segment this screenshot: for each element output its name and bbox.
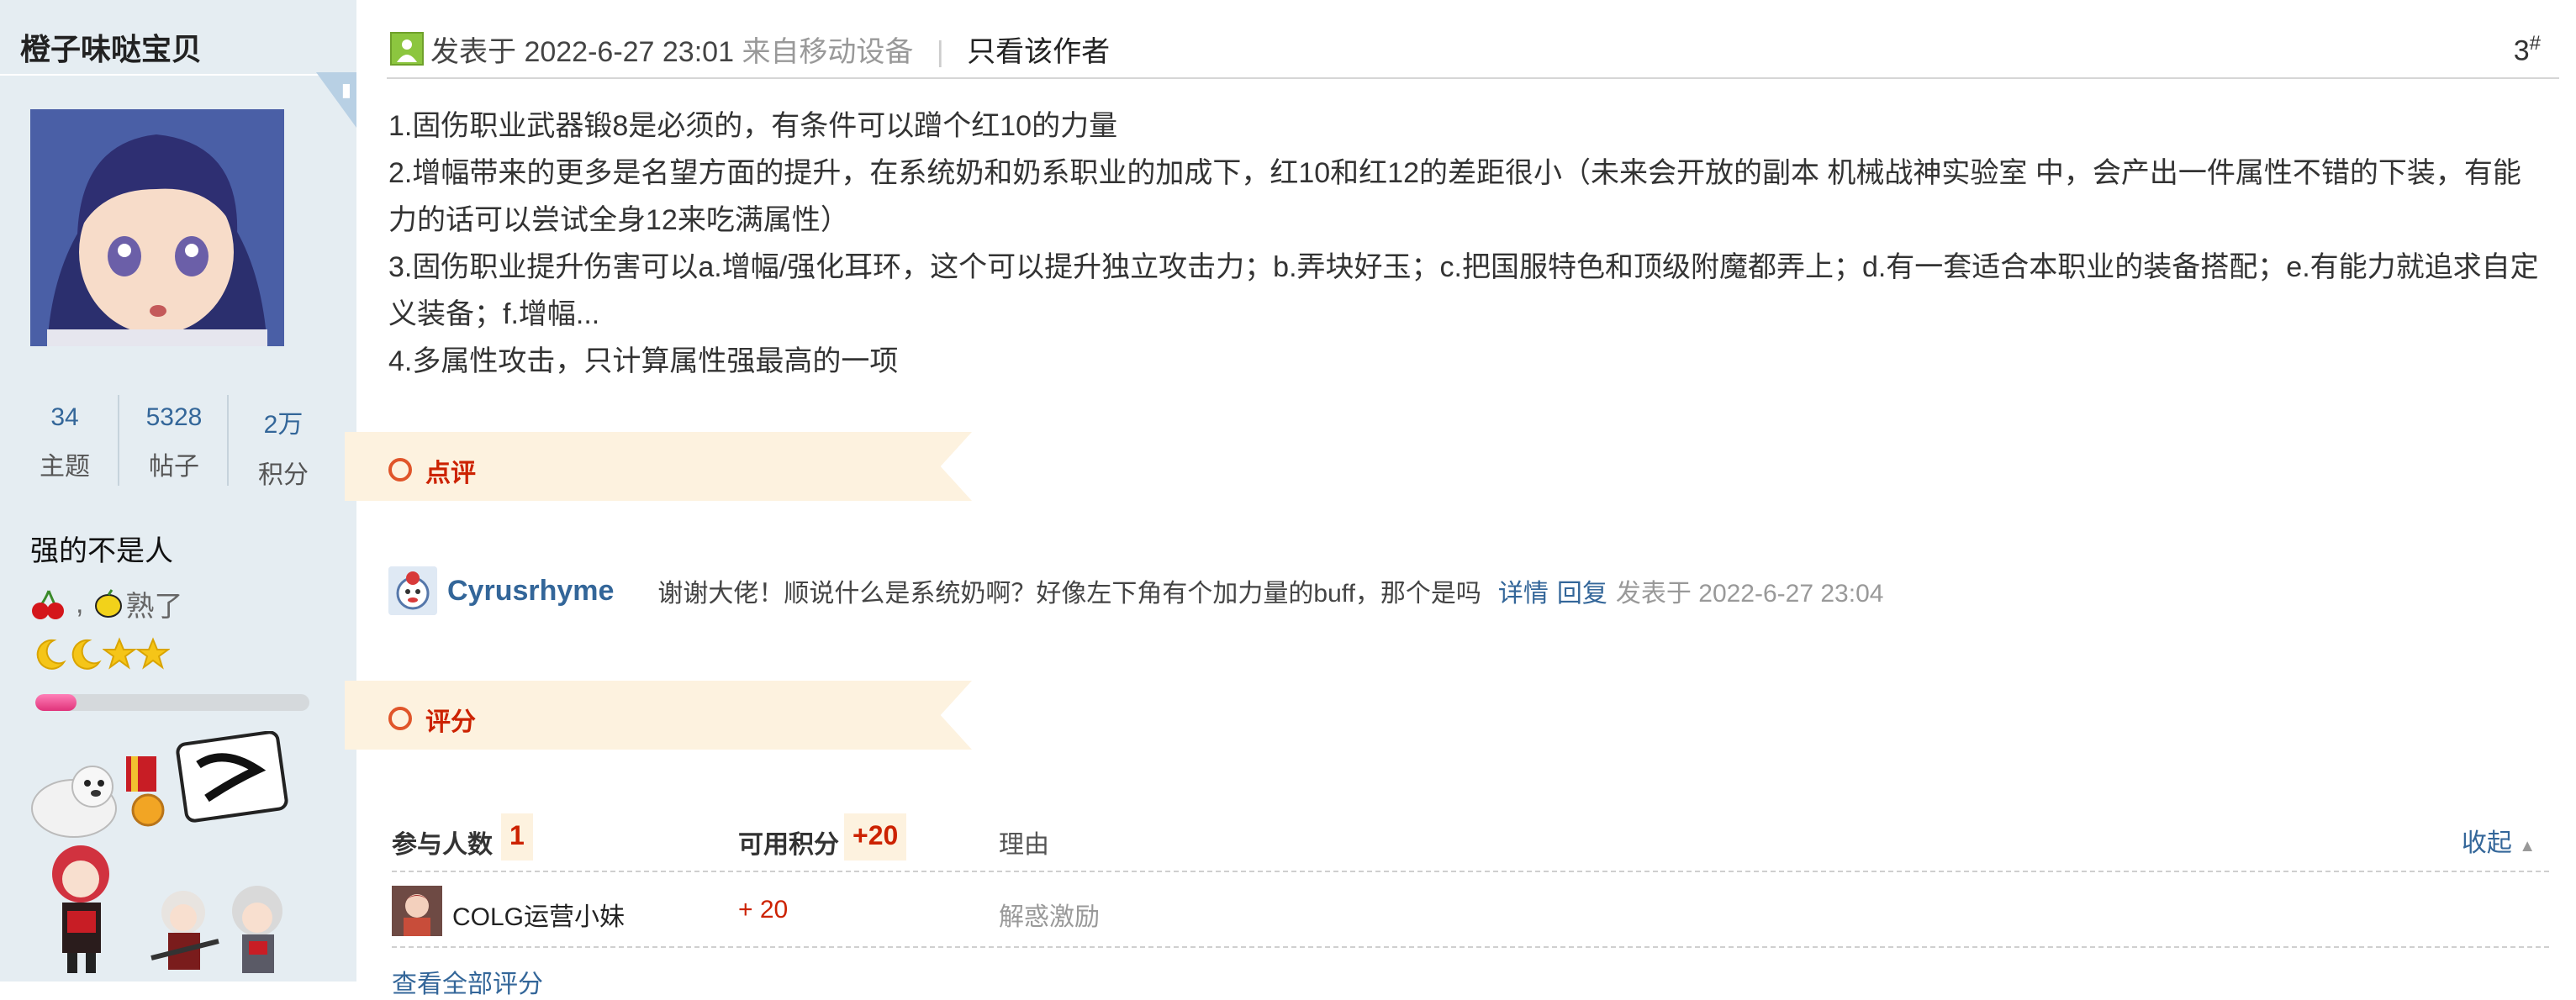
post-content: 1.固伤职业武器锻8是必须的，有条件可以蹭个红10的力量 2.增幅带来的更多是名… — [388, 103, 2549, 385]
commenter-avatar[interactable] — [388, 566, 437, 615]
moon-icon — [36, 639, 66, 670]
author-avatar[interactable] — [30, 109, 284, 346]
points-label: 可用积分 — [738, 831, 839, 859]
rater-score: + 20 — [738, 896, 789, 924]
comment-text: 谢谢大佬！顺说什么是系统奶啊？好像左下角有个加力量的buff，那个是吗 — [657, 580, 1481, 608]
cherry-icon — [32, 589, 64, 619]
post-line: 1.固伤职业武器锻8是必须的，有条件可以蹭个红10的力量 — [388, 110, 1118, 142]
phone-icon: ▮ — [340, 79, 351, 100]
post-status-icon — [390, 32, 424, 66]
post-line: 4.多属性攻击，只计算属性强最高的一项 — [388, 345, 899, 377]
view-all-ratings-link[interactable]: 查看全部评分 — [392, 963, 543, 1000]
ring-icon — [388, 707, 412, 730]
participants-count: 1 — [501, 813, 533, 861]
author-name[interactable]: 橙子味哒宝贝 — [20, 25, 202, 69]
star-icon — [103, 637, 136, 670]
chibi-medal-1 — [52, 845, 109, 973]
author-sidebar: 橙子味哒宝贝 ▮ 34 主题 5328 帖子 2万 积分 强的不是人 , 熟了 — [0, 0, 356, 982]
stat-points-label: 积分 — [258, 461, 309, 489]
medal-text: 熟了 — [125, 591, 183, 623]
only-author-link[interactable]: 只看该作者 — [967, 36, 1110, 68]
stat-posts[interactable]: 5328 帖子 — [119, 390, 229, 491]
rater-reason: 解惑激励 — [999, 903, 1100, 931]
floor-mark: # — [2529, 32, 2541, 55]
collapse-label: 收起 — [2461, 829, 2512, 857]
stat-points-value: 2万 — [263, 411, 304, 439]
rating-section-label: 评分 — [425, 708, 476, 736]
chibi-medal-2 — [150, 891, 219, 970]
medal-row: , 熟了 — [30, 583, 182, 624]
level-progress-fill — [35, 694, 77, 711]
rating-row: COLG运营小妹 + 20 解惑激励 — [392, 881, 2549, 948]
level-icons — [32, 637, 170, 671]
commenter-name[interactable]: Cyrusrhyme — [447, 575, 614, 608]
comment-reply-link[interactable]: 回复 — [1557, 572, 1607, 609]
sidebar-divider — [0, 74, 356, 76]
chibi-medal-3 — [232, 886, 282, 973]
post-meta: 发表于 2022-6-27 23:01 来自移动设备 | 只看该作者 — [430, 29, 1110, 70]
stat-topics-value: 34 — [50, 403, 79, 431]
participants-label: 参与人数 — [392, 831, 493, 859]
medal-images — [31, 730, 288, 973]
points-total: +20 — [844, 813, 907, 861]
mobile-badge: ▮ — [316, 72, 356, 128]
user-group-title: 强的不是人 — [30, 535, 173, 567]
stat-topics-label: 主题 — [40, 453, 90, 481]
post-date: 发表于 2022-6-27 23:01 — [430, 36, 734, 68]
stat-posts-label: 帖子 — [149, 453, 199, 481]
rater-name[interactable]: COLG运营小妹 — [452, 896, 625, 933]
ribbon-medal — [126, 756, 165, 827]
medal-comma: , — [76, 587, 84, 619]
comments-section-tab: 点评 — [345, 432, 972, 501]
rating-table-header: 参与人数 1 可用积分 +20 理由 收起 ▲ — [392, 810, 2549, 872]
level-progress-bar — [35, 694, 309, 711]
seal-medal — [31, 766, 117, 838]
caret-up-icon: ▲ — [2519, 837, 2536, 855]
avatar-image — [30, 109, 284, 346]
floor-number-value: 3 — [2513, 34, 2530, 67]
stat-topics[interactable]: 34 主题 — [10, 390, 119, 491]
lemon-icon — [95, 588, 123, 618]
post-line: 3.固伤职业提升伤害可以a.增幅/强化耳环，这个可以提升独立攻击力；b.弄块好玉… — [388, 251, 2539, 330]
floor-number[interactable]: 3# — [2514, 32, 2541, 67]
rater-avatar[interactable] — [392, 886, 442, 936]
stat-points[interactable]: 2万 积分 — [229, 390, 338, 491]
medal-badges — [25, 730, 345, 982]
comment-item: Cyrusrhyme 谢谢大佬！顺说什么是系统奶啊？好像左下角有个加力量的buf… — [388, 565, 1883, 617]
scroll-medal — [176, 730, 288, 823]
post-device: 来自移动设备 — [742, 36, 914, 68]
ring-icon — [388, 458, 412, 482]
reason-header: 理由 — [999, 831, 1049, 859]
meta-separator: | — [936, 36, 944, 68]
comments-section-label: 点评 — [425, 460, 476, 487]
author-stats: 34 主题 5328 帖子 2万 积分 — [0, 390, 356, 491]
collapse-button[interactable]: 收起 ▲ — [2462, 822, 2536, 859]
post-header: 发表于 2022-6-27 23:01 来自移动设备 | 只看该作者 3# — [387, 0, 2559, 79]
comment-detail-link[interactable]: 详情 — [1498, 572, 1549, 609]
stat-posts-value: 5328 — [145, 403, 203, 431]
rating-section-tab: 评分 — [345, 681, 972, 750]
moon-icon — [71, 639, 102, 670]
post-line: 2.增幅带来的更多是名望方面的提升，在系统奶和奶系职业的加成下，红10和红12的… — [388, 157, 2521, 236]
comment-time: 发表于 2022-6-27 23:04 — [1615, 580, 1884, 608]
star-icon — [136, 637, 170, 670]
